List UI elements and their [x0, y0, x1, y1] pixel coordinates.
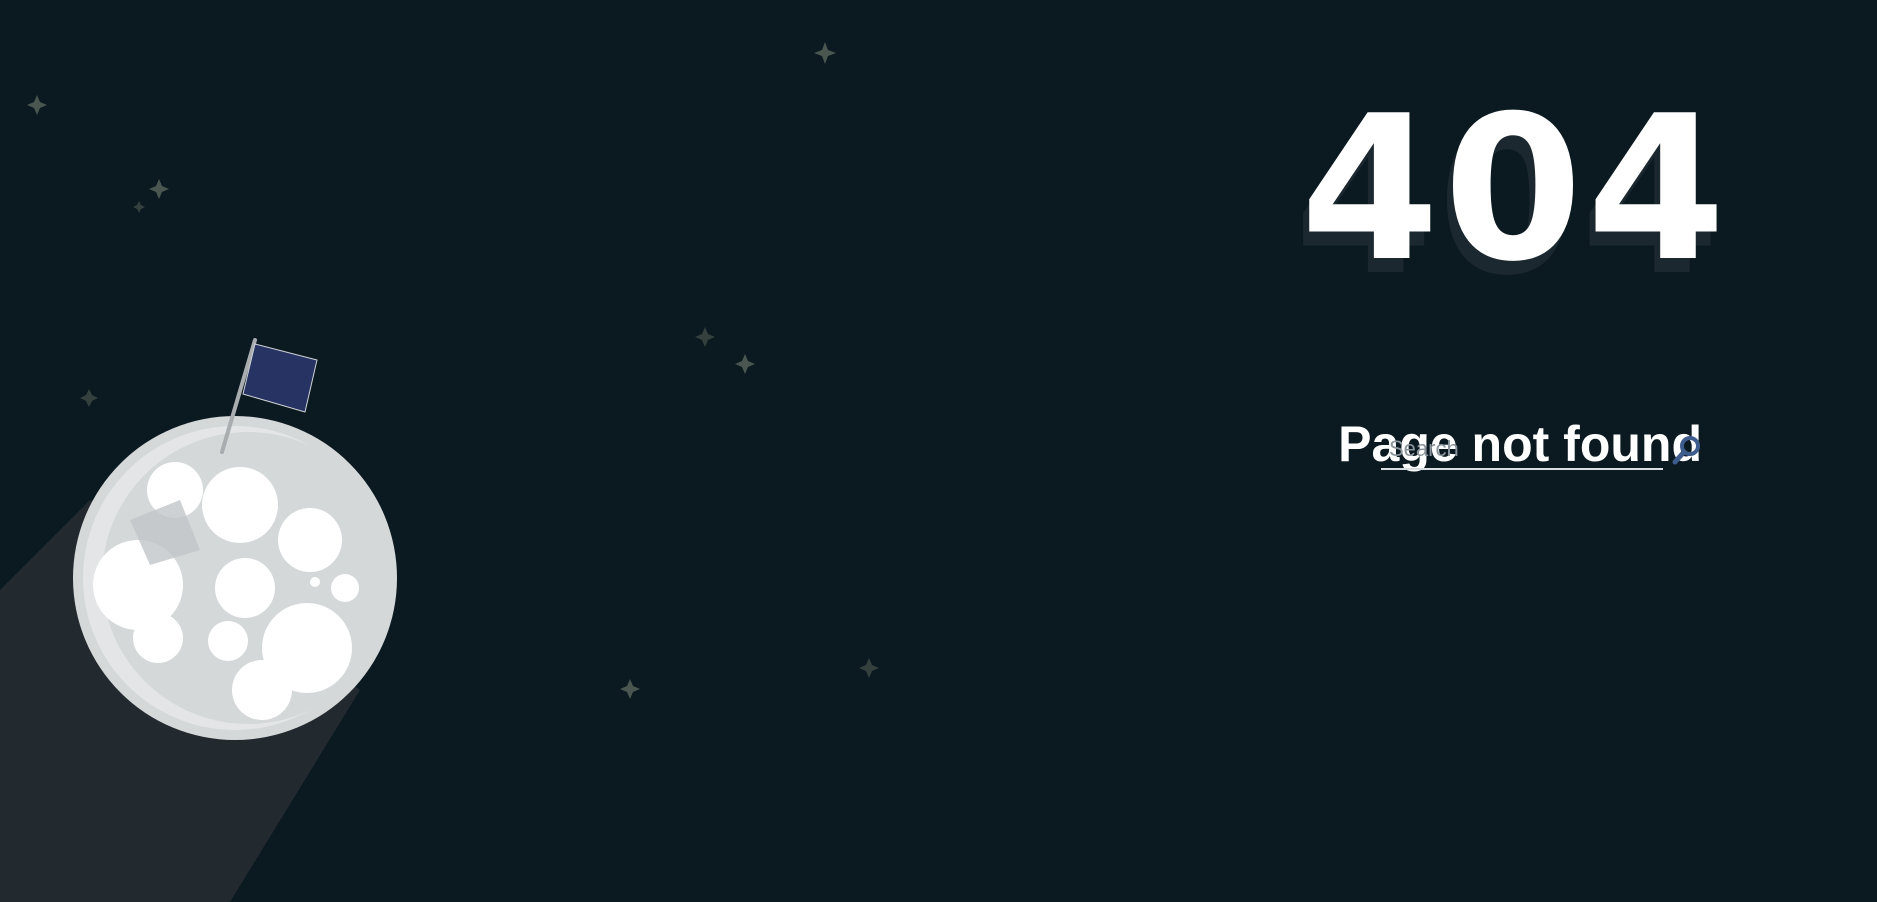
- star-icon: [859, 658, 879, 678]
- star-icon: [80, 389, 98, 407]
- error-code: 404 404: [1294, 73, 1730, 320]
- search-button[interactable]: [1669, 432, 1705, 468]
- error-code-text: 404: [1300, 73, 1730, 306]
- search-input[interactable]: [1381, 430, 1663, 470]
- search-icon: [1672, 436, 1700, 465]
- star-icon: [149, 179, 169, 199]
- moon-icon: [73, 416, 397, 740]
- not-found-page: 404 404 Page not found: [0, 0, 1877, 902]
- error-panel: 404 404 Page not found: [1294, 73, 1730, 474]
- star-icon: [814, 42, 836, 64]
- star-icon: [620, 679, 640, 699]
- star-icon: [27, 95, 47, 115]
- search-form: [1381, 430, 1711, 474]
- star-icon: [133, 201, 145, 213]
- star-icon: [735, 354, 755, 374]
- star-icon: [695, 327, 715, 347]
